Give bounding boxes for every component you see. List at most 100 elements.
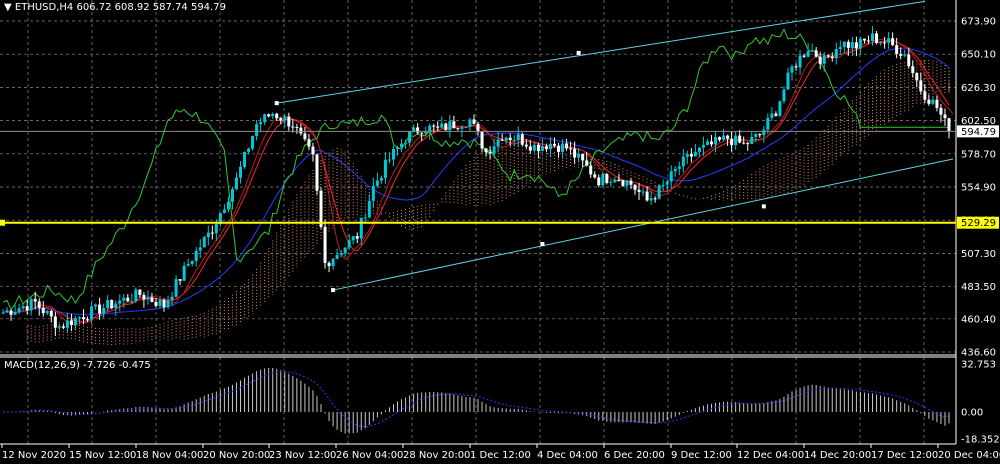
- candle-body: [738, 135, 742, 143]
- x-tick-label: 9 Dec 12:00: [671, 450, 732, 461]
- candle-body: [565, 143, 569, 149]
- candle-body: [61, 326, 65, 328]
- candle-body: [383, 159, 387, 179]
- candle-body: [468, 119, 472, 127]
- candle-body: [307, 139, 311, 147]
- channel-handle[interactable]: [331, 288, 336, 293]
- price-chart[interactable]: 673.90650.10626.30602.50578.70554.90531.…: [0, 0, 1000, 464]
- chart-window[interactable]: 673.90650.10626.30602.50578.70554.90531.…: [0, 0, 1000, 464]
- candle-body: [230, 189, 234, 202]
- candle-body: [681, 156, 685, 167]
- channel-handle[interactable]: [540, 242, 545, 247]
- candle-body: [677, 166, 681, 169]
- candle-body: [472, 119, 476, 124]
- candle-body: [69, 320, 73, 326]
- candle-body: [190, 261, 194, 264]
- candle-body: [432, 125, 436, 127]
- candle-body: [259, 122, 263, 125]
- candle-body: [488, 152, 492, 154]
- candle-body: [170, 296, 174, 301]
- candle-body: [287, 116, 291, 127]
- channel-handle[interactable]: [761, 204, 766, 209]
- candle-body: [887, 38, 891, 43]
- candle-body: [722, 135, 726, 140]
- candle-body: [730, 138, 734, 146]
- candle-body: [919, 80, 923, 92]
- candle-body: [705, 141, 709, 145]
- x-tick-label: 6 Dec 20:00: [604, 450, 665, 461]
- candle-body: [408, 131, 412, 143]
- candle-body: [520, 134, 524, 145]
- candle-body: [528, 146, 532, 151]
- candle-body: [476, 123, 480, 132]
- candle-body: [45, 310, 49, 314]
- candle-body: [927, 99, 931, 104]
- candle-body: [862, 38, 866, 41]
- candle-body: [931, 99, 935, 104]
- candle-body: [895, 45, 899, 54]
- candle-body: [516, 134, 520, 140]
- candle-body: [331, 258, 335, 267]
- candle-body: [500, 139, 504, 141]
- candle-body: [935, 99, 939, 108]
- candle-body: [49, 310, 53, 317]
- candle-body: [697, 147, 701, 153]
- candle-body: [404, 142, 408, 144]
- candle-body: [685, 154, 689, 157]
- candle-body: [786, 72, 790, 90]
- channel-handle[interactable]: [274, 101, 279, 106]
- candle-body: [778, 101, 782, 116]
- candle-body: [617, 179, 621, 181]
- candle-body: [234, 177, 238, 190]
- candle-body: [838, 47, 842, 50]
- candle-body: [444, 123, 448, 131]
- collapse-arrow-icon[interactable]: ▼: [4, 2, 12, 13]
- candle-body: [665, 181, 669, 185]
- x-tick-label: 1 Dec 12:00: [470, 450, 531, 461]
- candle-body: [875, 33, 879, 44]
- candle-body: [544, 146, 548, 150]
- y-tick-label: 673.90: [961, 17, 996, 28]
- candle-body: [396, 147, 400, 150]
- candle-body: [846, 41, 850, 48]
- candle-body: [351, 236, 355, 241]
- candle-body: [649, 198, 653, 201]
- candle-body: [25, 306, 29, 311]
- candle-body: [391, 149, 395, 160]
- candle-body: [879, 42, 883, 44]
- candle-body: [182, 265, 186, 281]
- candle-body: [589, 165, 593, 175]
- candle-body: [267, 114, 271, 117]
- candle-body: [138, 289, 142, 295]
- candle-body: [214, 224, 218, 234]
- candle-body: [532, 144, 536, 151]
- candle-body: [593, 174, 597, 178]
- candle-body: [750, 136, 754, 144]
- candle-body: [842, 41, 846, 48]
- candle-body: [866, 40, 870, 42]
- candle-body: [770, 113, 774, 118]
- chart-header: ▼ ETHUSD,H4 606.72 608.92 587.74 594.79: [4, 2, 226, 13]
- candle-body: [581, 153, 585, 161]
- candle-body: [464, 126, 468, 128]
- level-handle[interactable]: [0, 219, 5, 226]
- candle-body: [552, 143, 556, 146]
- y-tick-label: 483.50: [961, 282, 996, 293]
- candle-body: [613, 179, 617, 183]
- candle-body: [883, 42, 887, 44]
- channel-handle[interactable]: [576, 50, 581, 55]
- candle-body: [339, 253, 343, 255]
- candle-body: [424, 131, 428, 133]
- macd-label: MACD(12,26,9): [4, 360, 80, 371]
- candle-body: [90, 306, 94, 320]
- candle-body: [222, 209, 226, 214]
- candle-body: [858, 38, 862, 49]
- candle-body: [110, 300, 114, 309]
- candle-body: [452, 121, 456, 129]
- candle-body: [226, 201, 230, 210]
- y-tick-label: 460.40: [961, 314, 996, 325]
- candle-body: [41, 307, 45, 314]
- candle-body: [37, 301, 41, 308]
- candle-body: [210, 232, 214, 234]
- candle-body: [718, 137, 722, 140]
